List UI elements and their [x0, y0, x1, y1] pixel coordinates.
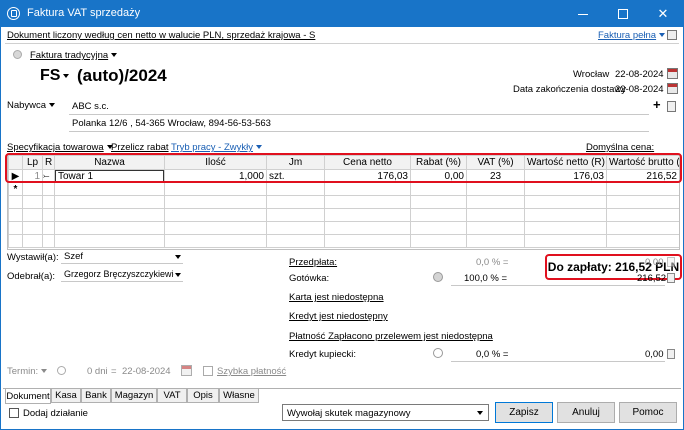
document-note: Dokument liczony według cen netto w walu…: [7, 30, 316, 41]
maximize-button[interactable]: [603, 1, 643, 27]
table-highlight: [5, 153, 682, 183]
empty-row: [8, 195, 679, 209]
received-by-value: Grzegorz Bręczyszczykiewicz: [64, 269, 174, 279]
merchant-credit-value[interactable]: 0,00: [645, 349, 664, 360]
close-icon: ✕: [657, 6, 669, 21]
tab-vat[interactable]: VAT: [157, 389, 187, 403]
quick-pay-label: Szybka płatność: [217, 366, 287, 377]
place: Wrocław: [573, 69, 610, 80]
issue-date[interactable]: 22-08-2024: [615, 69, 664, 80]
new-row[interactable]: *: [8, 182, 679, 196]
title-bar[interactable]: Faktura VAT sprzedaży ✕: [1, 1, 683, 27]
minimize-icon: [578, 13, 588, 15]
work-mode-dropdown[interactable]: Tryb pracy - Zwykły: [171, 142, 262, 153]
issued-by-label: Wystawił(a):: [7, 252, 59, 263]
cash-pct[interactable]: 100,0 % =: [464, 273, 507, 284]
recalculate-discount-link[interactable]: Przelicz rabat: [111, 142, 169, 153]
add-buyer-icon[interactable]: +: [653, 97, 661, 112]
doc-prefix-dropdown[interactable]: FS: [40, 67, 69, 85]
full-invoice-link[interactable]: Faktura pełna: [598, 30, 665, 41]
tab-bank[interactable]: Bank: [81, 389, 111, 403]
prepayment-link[interactable]: Przedpłata:: [289, 257, 337, 268]
credit-link[interactable]: Kredyt jest niedostępny: [289, 311, 388, 322]
tab-document[interactable]: Dokument: [5, 389, 51, 404]
close-button[interactable]: ✕: [643, 1, 683, 27]
card-link[interactable]: Karta jest niedostępna: [289, 292, 384, 303]
issued-by-combo[interactable]: Szef: [61, 250, 183, 264]
tab-cash[interactable]: Kasa: [51, 389, 81, 403]
due-date[interactable]: 22-08-2024: [122, 366, 171, 377]
cancel-button[interactable]: Anuluj: [557, 402, 615, 423]
tab-custom[interactable]: Własne: [219, 389, 259, 403]
issued-by-value: Szef: [64, 251, 84, 262]
calendar-icon[interactable]: [181, 365, 192, 376]
help-button[interactable]: Pomoc: [619, 402, 677, 423]
tab-description[interactable]: Opis: [187, 389, 219, 403]
empty-row: [8, 221, 679, 235]
app-icon: [7, 7, 20, 20]
merchant-credit-radio[interactable]: [433, 348, 443, 358]
divider: [5, 43, 679, 44]
prepayment-value: 0,00: [645, 257, 664, 268]
chevron-down-icon: [175, 255, 181, 259]
merchant-credit-label: Kredyt kupiecki:: [289, 349, 357, 360]
empty-row: [8, 234, 679, 248]
buyer-field-line: [69, 114, 649, 115]
buyer-details-icon[interactable]: [667, 101, 676, 112]
warehouse-effect-combo[interactable]: Wywołaj skutek magazynowy: [282, 404, 489, 421]
calendar-icon[interactable]: [667, 68, 678, 79]
merchant-credit-pct[interactable]: 0,0 % =: [476, 349, 508, 360]
calendar-icon[interactable]: [667, 83, 678, 94]
prepayment-pct: 0,0 % =: [476, 257, 509, 268]
merchant-field-line: [451, 361, 665, 362]
empty-row: [8, 208, 679, 222]
received-by-combo[interactable]: Grzegorz Bręczyszczykiewicz: [61, 268, 183, 282]
document-icon[interactable]: [667, 30, 677, 40]
calculator-icon[interactable]: [667, 273, 675, 283]
quick-pay-checkbox[interactable]: [203, 366, 213, 376]
save-button[interactable]: Zapisz: [495, 402, 553, 423]
delivery-date-label: Data zakończenia dostawy: [513, 84, 627, 95]
transfer-link[interactable]: Płatność Zapłacono przelewem jest niedos…: [289, 331, 493, 342]
warehouse-effect-value: Wywołaj skutek magazynowy: [287, 408, 411, 419]
chevron-down-icon: [175, 273, 181, 277]
cash-radio[interactable]: [433, 272, 443, 282]
chevron-down-icon: [477, 411, 483, 415]
buyer-label-dropdown[interactable]: Nabywca: [7, 100, 55, 111]
received-by-label: Odebrał(a):: [7, 271, 56, 282]
due-days[interactable]: 0 dni: [87, 366, 108, 377]
due-equals: =: [111, 366, 117, 377]
invoice-window: Faktura VAT sprzedaży ✕ Dokument liczony…: [0, 0, 684, 430]
due-radio[interactable]: [57, 366, 66, 375]
cash-field-line: [451, 285, 665, 286]
calculator-icon[interactable]: [667, 349, 675, 359]
maximize-icon: [618, 9, 628, 19]
specification-dropdown[interactable]: Specyfikacja towarowa: [7, 142, 113, 153]
window-title: Faktura VAT sprzedaży: [27, 7, 141, 19]
address-field-line: [69, 131, 649, 132]
minimize-button[interactable]: [563, 1, 603, 27]
delivery-date[interactable]: 22-08-2024: [615, 84, 664, 95]
buyer-name[interactable]: ABC s.c.: [72, 101, 109, 112]
doc-number[interactable]: (auto)/2024: [77, 66, 167, 86]
add-action-label: Dodaj działanie: [23, 408, 88, 419]
new-row-marker: *: [8, 182, 23, 196]
buyer-address: Polanka 12/6 , 54-365 Wrocław, 894-56-53…: [72, 118, 271, 129]
add-action-checkbox[interactable]: [9, 408, 19, 418]
calculator-icon: [667, 257, 675, 267]
invoice-type-dropdown[interactable]: Faktura tradycyjna: [30, 50, 117, 61]
cash-label: Gotówka:: [289, 273, 330, 284]
due-term-dropdown[interactable]: Termin:: [7, 366, 47, 377]
eraser-icon: [13, 50, 22, 59]
cash-value[interactable]: 216,52: [637, 273, 666, 284]
tab-warehouse[interactable]: Magazyn: [111, 389, 157, 403]
